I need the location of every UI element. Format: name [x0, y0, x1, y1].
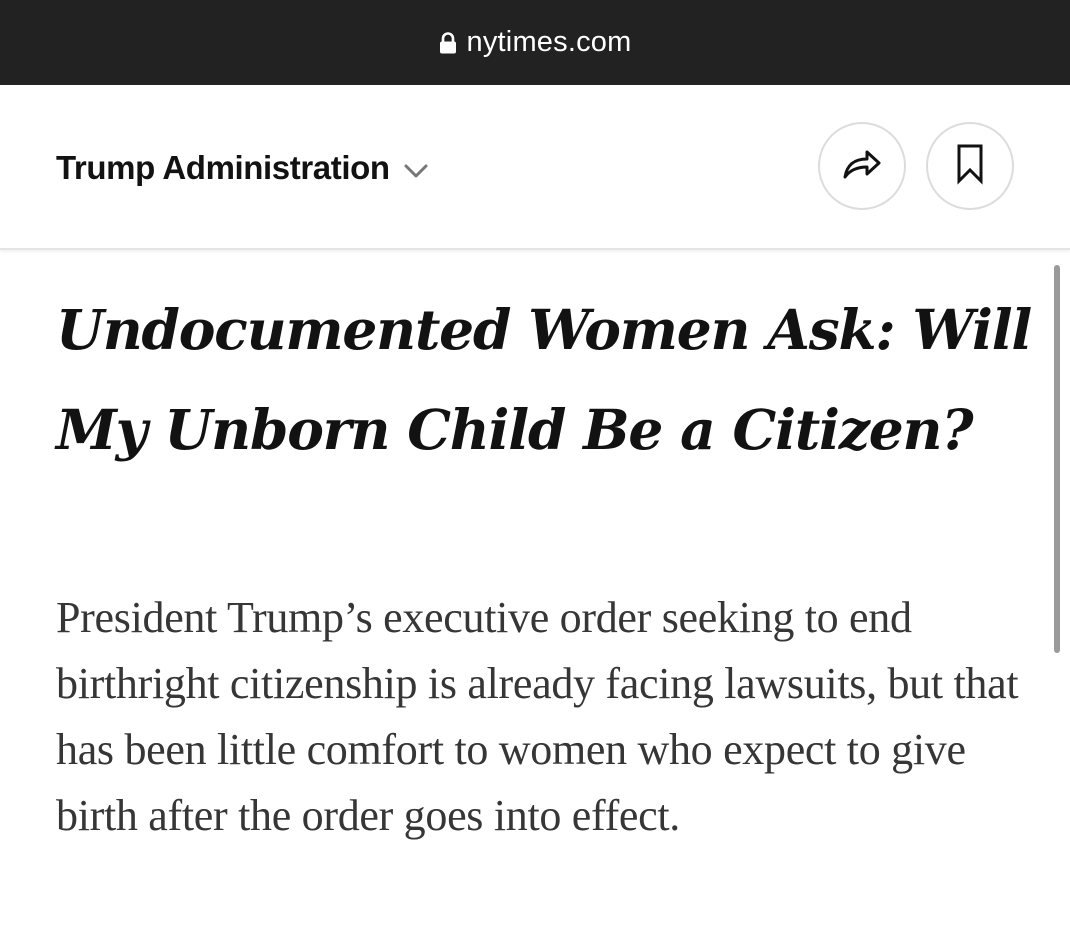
article-summary: President Trump’s executive order seekin…: [56, 593, 1019, 840]
chevron-down-icon: [402, 161, 430, 181]
url-display[interactable]: nytimes.com: [439, 26, 632, 59]
scrollbar[interactable]: [1054, 265, 1060, 653]
bookmark-icon: [955, 143, 985, 190]
save-button[interactable]: [926, 122, 1014, 210]
share-arrow-icon: [839, 144, 885, 189]
url-text: nytimes.com: [466, 26, 632, 58]
article-headline: Undocumented Women Ask: Will My Unborn C…: [56, 297, 1032, 462]
lock-icon: [439, 31, 457, 54]
section-title: Trump Administration: [56, 149, 390, 186]
section-header: Trump Administration: [0, 85, 1070, 250]
browser-address-bar[interactable]: nytimes.com: [0, 0, 1070, 85]
section-dropdown[interactable]: Trump Administration: [56, 149, 430, 187]
share-button[interactable]: [818, 122, 906, 210]
